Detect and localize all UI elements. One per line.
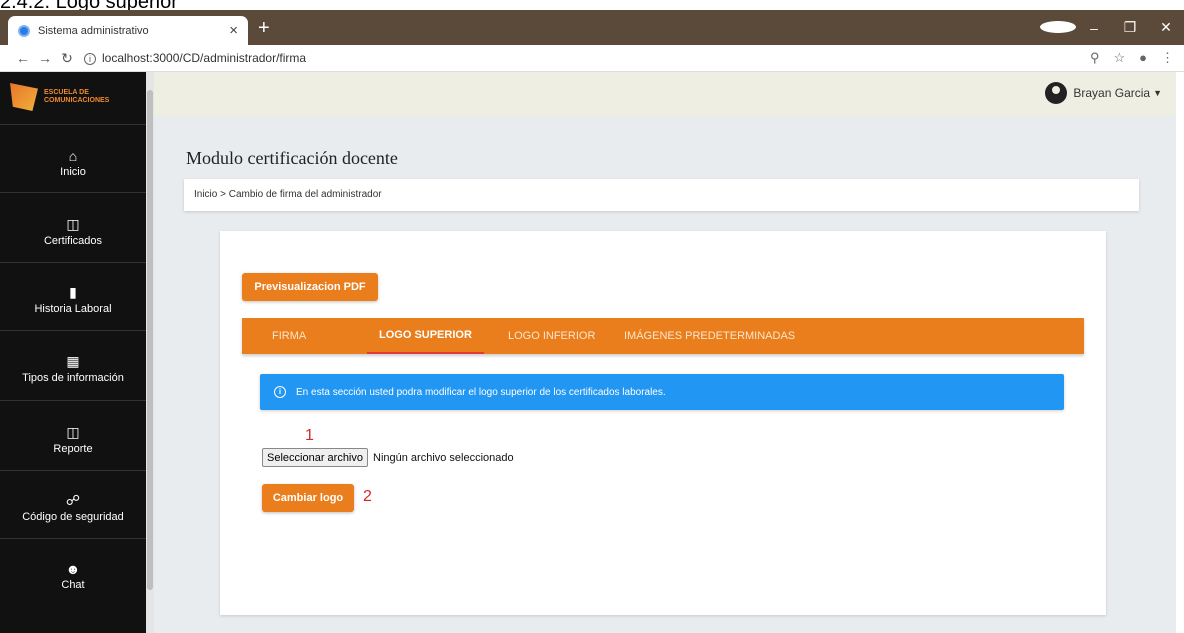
logo-emblem: [10, 83, 38, 111]
user-menu[interactable]: Brayan Garcia ▼: [1045, 82, 1162, 104]
zoom-icon[interactable]: ⚲: [1090, 50, 1100, 66]
close-window-icon[interactable]: ✕: [1148, 19, 1184, 36]
sidebar-divider: [0, 124, 146, 125]
user-avatar-icon: [1045, 82, 1068, 104]
site-info-icon[interactable]: i: [84, 53, 96, 65]
window-controls: – ❐ ✕: [1040, 10, 1184, 45]
bookmark-star-icon[interactable]: ☆: [1113, 50, 1125, 66]
sidebar-divider: [0, 400, 146, 401]
sidebar-divider: [0, 192, 146, 193]
chevron-down-icon: ▼: [1153, 88, 1162, 98]
file-status: Ningún archivo seleccionado: [373, 451, 514, 464]
report-icon: ◫: [66, 424, 80, 440]
address-bar-actions: ⚲ ☆ ● ⋮: [1090, 50, 1174, 66]
forward-icon[interactable]: →: [34, 50, 56, 66]
browser-tab[interactable]: Sistema administrativo ×: [8, 16, 248, 45]
sidebar-item-reporte[interactable]: ◫ Reporte: [0, 424, 146, 455]
menu-dots-icon[interactable]: ⋮: [1161, 50, 1174, 66]
chat-icon: ☻: [65, 561, 81, 577]
browser-tab-title: Sistema administrativo: [38, 24, 149, 37]
main-content: Modulo certificación docente Inicio > Ca…: [154, 116, 1176, 633]
browser-tabbar: Sistema administrativo × + – ❐ ✕: [0, 10, 1184, 45]
info-alert: i En esta sección usted podra modificar …: [260, 374, 1064, 410]
sidebar-item-codigo-seguridad[interactable]: ☍ Código de seguridad: [0, 492, 146, 523]
close-tab-icon[interactable]: ×: [229, 22, 238, 39]
alert-text: En esta sección usted podra modificar el…: [296, 386, 666, 398]
sidebar-item-historia-laboral[interactable]: ▮ Historia Laboral: [0, 284, 146, 315]
page-title: Modulo certificación docente: [186, 148, 398, 168]
sidebar-item-label: Código de seguridad: [22, 511, 124, 523]
sidebar-scrollbar-thumb[interactable]: [147, 90, 153, 590]
lock-icon: ☍: [65, 492, 81, 508]
breadcrumb: Inicio > Cambio de firma del administrad…: [184, 179, 1139, 211]
annotation-marker-2: 2: [363, 488, 372, 505]
select-file-button[interactable]: Seleccionar archivo: [262, 448, 368, 467]
preview-pdf-button[interactable]: Previsualizacion PDF: [242, 273, 378, 301]
profile-icon[interactable]: [1040, 20, 1076, 36]
tab-firma[interactable]: FIRMA: [272, 318, 306, 354]
logo-line-1: ESCUELA DE: [44, 89, 89, 96]
tab-logo-superior[interactable]: LOGO SUPERIOR: [367, 318, 484, 354]
restore-icon[interactable]: ❐: [1112, 19, 1148, 36]
sidebar-item-label: Historia Laboral: [34, 303, 112, 315]
logo-line-2: COMUNICACIONES: [44, 97, 110, 104]
sidebar-divider: [0, 330, 146, 331]
reload-icon[interactable]: ↻: [56, 50, 78, 67]
sidebar-item-tipos-informacion[interactable]: ▦ Tipos de información: [0, 353, 146, 384]
sidebar-item-label: Inicio: [60, 166, 86, 178]
back-icon[interactable]: ←: [12, 50, 34, 66]
settings-tabs: FIRMA LOGO SUPERIOR LOGO INFERIOR IMÁGEN…: [242, 318, 1084, 354]
sidebar-divider: [0, 538, 146, 539]
sidebar-item-label: Reporte: [53, 443, 93, 455]
document-icon: ▮: [69, 284, 77, 300]
content-card: Previsualizacion PDF FIRMA LOGO SUPERIOR…: [220, 231, 1106, 615]
sidebar-item-inicio[interactable]: ⌂ Inicio: [0, 148, 146, 178]
info-icon: i: [274, 386, 286, 398]
home-icon: ⌂: [68, 148, 78, 164]
account-icon[interactable]: ●: [1139, 50, 1147, 66]
new-tab-button[interactable]: +: [258, 18, 270, 38]
sidebar-item-label: Chat: [61, 579, 85, 591]
sidebar-item-chat[interactable]: ☻ Chat: [0, 561, 146, 591]
favicon-icon: [18, 24, 30, 37]
sidebar-item-certificados[interactable]: ◫ Certificados: [0, 216, 146, 247]
user-name: Brayan Garcia: [1073, 86, 1151, 100]
file-input: Seleccionar archivo Ningún archivo selec…: [262, 448, 514, 467]
sidebar-divider: [0, 262, 146, 263]
id-card-icon: ▦: [66, 353, 80, 369]
url-text: localhost:3000/CD/administrador/firma: [102, 51, 307, 65]
sidebar: ESCUELA DE COMUNICACIONES ⌂ Inicio ◫ Cer…: [0, 72, 146, 633]
address-bar: ← → ↻ i localhost:3000/CD/administrador/f…: [0, 45, 1184, 72]
tab-logo-inferior[interactable]: LOGO INFERIOR: [508, 318, 595, 354]
sidebar-item-label: Certificados: [43, 235, 103, 247]
tab-imagenes-predeterminadas[interactable]: IMÁGENES PREDETERMINADAS: [624, 318, 795, 354]
annotation-marker-1: 1: [305, 427, 314, 444]
sidebar-item-label: Tipos de información: [22, 372, 124, 384]
change-logo-button[interactable]: Cambiar logo: [262, 484, 354, 512]
book-icon: ◫: [66, 216, 80, 232]
top-header: Brayan Garcia ▼: [154, 72, 1176, 116]
url-field[interactable]: i localhost:3000/CD/administrador/firma: [84, 51, 306, 65]
school-logo[interactable]: ESCUELA DE COMUNICACIONES: [10, 80, 136, 114]
minimize-icon[interactable]: –: [1076, 20, 1112, 36]
document-heading: 2.4.2. Logo superior: [0, 0, 178, 10]
sidebar-divider: [0, 470, 146, 471]
